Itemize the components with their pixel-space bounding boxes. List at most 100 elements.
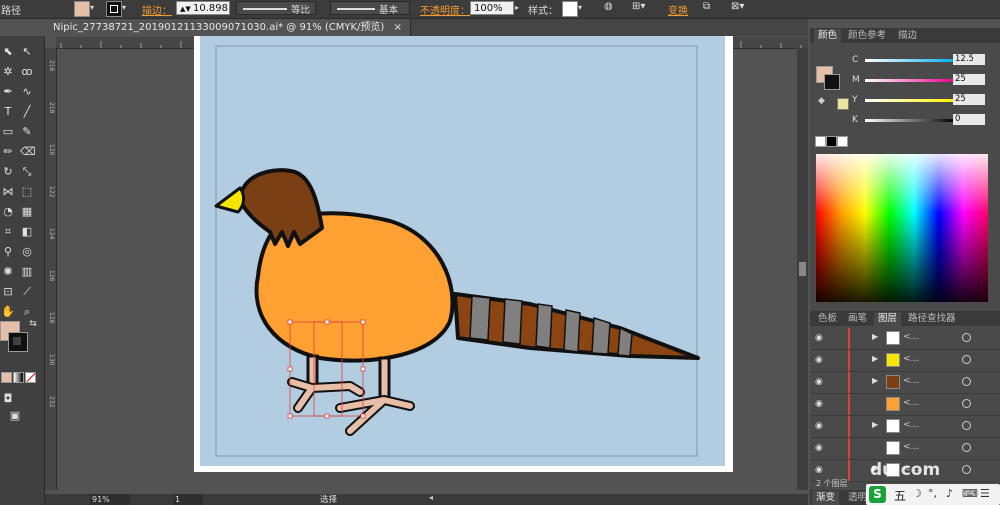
eye-icon[interactable]: ◉ bbox=[815, 333, 827, 343]
slice-tool-icon[interactable]: ⟋ bbox=[20, 285, 34, 299]
channel-m-input[interactable]: 25 bbox=[953, 74, 985, 85]
stroke-weight-input[interactable]: ▲▼ 10.898 bbox=[176, 1, 230, 15]
target-icon[interactable] bbox=[962, 333, 971, 342]
type-tool-icon[interactable]: T bbox=[1, 105, 15, 119]
opacity-label[interactable]: 不透明度： bbox=[420, 2, 470, 17]
layer-row[interactable]: ◉ <... bbox=[810, 438, 1000, 460]
eraser-tool-icon[interactable]: ⌫ bbox=[20, 145, 36, 159]
tab-color-guide[interactable]: 颜色参考 bbox=[844, 29, 890, 43]
channel-k-slider[interactable] bbox=[865, 119, 955, 122]
tab-pathfinder[interactable]: 路径查找器 bbox=[904, 312, 960, 326]
hand-tool-icon[interactable]: ✋ bbox=[1, 305, 15, 319]
graphic-style-swatch[interactable] bbox=[562, 1, 578, 17]
stroke-label[interactable]: 描边： bbox=[142, 2, 172, 17]
magic-wand-tool-icon[interactable]: ✲ bbox=[1, 65, 15, 79]
menu-icon[interactable]: ☰ bbox=[980, 487, 990, 500]
channel-c-slider[interactable] bbox=[865, 59, 955, 62]
eye-icon[interactable]: ◉ bbox=[815, 399, 827, 409]
white-swatch[interactable] bbox=[837, 136, 848, 147]
layer-row[interactable]: ◉ ▶ <... bbox=[810, 328, 1000, 350]
none-swatch[interactable] bbox=[815, 136, 826, 147]
artboard-tool-icon[interactable]: ⊡ bbox=[1, 285, 15, 299]
artboard[interactable] bbox=[200, 36, 725, 466]
chevron-down-icon[interactable]: ▾ bbox=[122, 3, 126, 12]
ime-mode-label[interactable]: 五 bbox=[894, 487, 906, 504]
scale-tool-icon[interactable]: ⤡ bbox=[20, 165, 34, 179]
screen-mode-icon[interactable]: ▣ bbox=[8, 409, 22, 423]
gradient-tool-icon[interactable]: ◧ bbox=[20, 225, 34, 239]
vertical-scrollbar[interactable] bbox=[797, 48, 808, 490]
gradient-mode-icon[interactable] bbox=[13, 372, 24, 383]
rectangle-tool-icon[interactable]: ▭ bbox=[1, 125, 15, 139]
target-icon[interactable] bbox=[962, 355, 971, 364]
tab-stroke[interactable]: 描边 bbox=[894, 29, 921, 43]
chevron-down-icon[interactable]: ▾ bbox=[90, 3, 94, 12]
color-mode-icon[interactable] bbox=[1, 372, 12, 383]
target-icon[interactable] bbox=[962, 443, 971, 452]
layer-row[interactable]: ◉ ▶ <... bbox=[810, 372, 1000, 394]
mic-icon[interactable]: ♪ bbox=[946, 487, 953, 500]
shape-builder-tool-icon[interactable]: ◔ bbox=[1, 205, 15, 219]
black-swatch[interactable] bbox=[826, 136, 837, 147]
paintbrush-tool-icon[interactable]: ✎ bbox=[20, 125, 34, 139]
layer-row[interactable]: ◉ ▶ <... bbox=[810, 416, 1000, 438]
eye-icon[interactable]: ◉ bbox=[815, 421, 827, 431]
panel-stroke-box[interactable] bbox=[824, 74, 840, 90]
tab-layers[interactable]: 图层 bbox=[874, 312, 902, 326]
target-icon[interactable] bbox=[962, 465, 971, 474]
free-transform-tool-icon[interactable]: ⬚ bbox=[20, 185, 34, 199]
eye-icon[interactable]: ◉ bbox=[815, 377, 827, 387]
isolate-icon[interactable]: ⧉ bbox=[703, 1, 710, 12]
direct-selection-tool-icon[interactable]: ↖ bbox=[20, 45, 34, 59]
tab-gradient[interactable]: 渐变 bbox=[812, 491, 840, 505]
channel-m-slider[interactable] bbox=[865, 79, 955, 82]
target-icon[interactable] bbox=[962, 399, 971, 408]
none-mode-icon[interactable] bbox=[25, 372, 36, 383]
channel-y-slider[interactable] bbox=[865, 99, 955, 102]
pencil-tool-icon[interactable]: ✏ bbox=[1, 145, 15, 159]
stroke-swatch[interactable] bbox=[106, 1, 122, 17]
curvature-tool-icon[interactable]: ∿ bbox=[20, 85, 34, 99]
tab-color[interactable]: 颜色 bbox=[814, 29, 842, 43]
fill-swatch[interactable] bbox=[74, 1, 90, 17]
rotate-tool-icon[interactable]: ↻ bbox=[1, 165, 15, 179]
out-of-gamut-swatch[interactable] bbox=[837, 98, 849, 110]
channel-y-input[interactable]: 25 bbox=[953, 94, 985, 105]
tab-swatches[interactable]: 色板 bbox=[814, 312, 841, 326]
align-icon[interactable]: ⊞▾ bbox=[632, 1, 645, 12]
lasso-tool-icon[interactable]: ꝏ bbox=[20, 65, 34, 79]
scroll-thumb[interactable] bbox=[799, 262, 806, 276]
channel-k-input[interactable]: 0 bbox=[953, 114, 985, 125]
arrange-icon[interactable]: ⊠▾ bbox=[731, 1, 744, 12]
mesh-tool-icon[interactable]: ⌗ bbox=[1, 225, 15, 239]
document-tab[interactable]: Nipic_27738721_20190121133009071030.ai* … bbox=[45, 19, 411, 36]
zoom-field[interactable]: 91% bbox=[90, 494, 130, 505]
eye-icon[interactable]: ◉ bbox=[815, 443, 827, 453]
swap-icon[interactable]: ⇆ bbox=[26, 317, 40, 331]
artboard-number-field[interactable]: 1 bbox=[173, 494, 203, 505]
eye-icon[interactable]: ◉ bbox=[815, 355, 827, 365]
selection-tool-icon[interactable]: ⬉ bbox=[1, 45, 15, 59]
column-graph-tool-icon[interactable]: ▥ bbox=[20, 265, 34, 279]
brush-definition-dropdown[interactable]: 基本 bbox=[330, 1, 410, 16]
tab-brushes[interactable]: 画笔 bbox=[844, 312, 871, 326]
transform-label[interactable]: 变换 bbox=[668, 2, 688, 17]
chevron-right-icon[interactable]: ▸ bbox=[515, 3, 519, 12]
keyboard-icon[interactable]: ⌨ bbox=[962, 487, 978, 500]
opacity-input[interactable]: 100% bbox=[470, 1, 514, 15]
layer-row[interactable]: ◉ ▶ <... bbox=[810, 350, 1000, 372]
stroke-color-box[interactable] bbox=[8, 332, 28, 352]
blend-tool-icon[interactable]: ◎ bbox=[20, 245, 34, 259]
symbol-sprayer-tool-icon[interactable]: ✺ bbox=[1, 265, 15, 279]
color-spectrum[interactable] bbox=[816, 154, 988, 302]
perspective-grid-tool-icon[interactable]: ▦ bbox=[20, 205, 34, 219]
chevron-down-icon[interactable]: ▾ bbox=[578, 3, 582, 12]
variable-width-profile-dropdown[interactable]: 等比 bbox=[236, 1, 316, 16]
draw-mode-icon[interactable]: ◘ bbox=[1, 392, 15, 406]
sogou-logo-icon[interactable]: S bbox=[869, 486, 886, 503]
pen-tool-icon[interactable]: ✒ bbox=[1, 85, 15, 99]
moon-icon[interactable]: ☽ bbox=[912, 487, 922, 500]
eye-icon[interactable]: ◉ bbox=[815, 465, 827, 475]
layer-row[interactable]: ◉ <... bbox=[810, 394, 1000, 416]
close-icon[interactable]: × bbox=[394, 22, 402, 33]
